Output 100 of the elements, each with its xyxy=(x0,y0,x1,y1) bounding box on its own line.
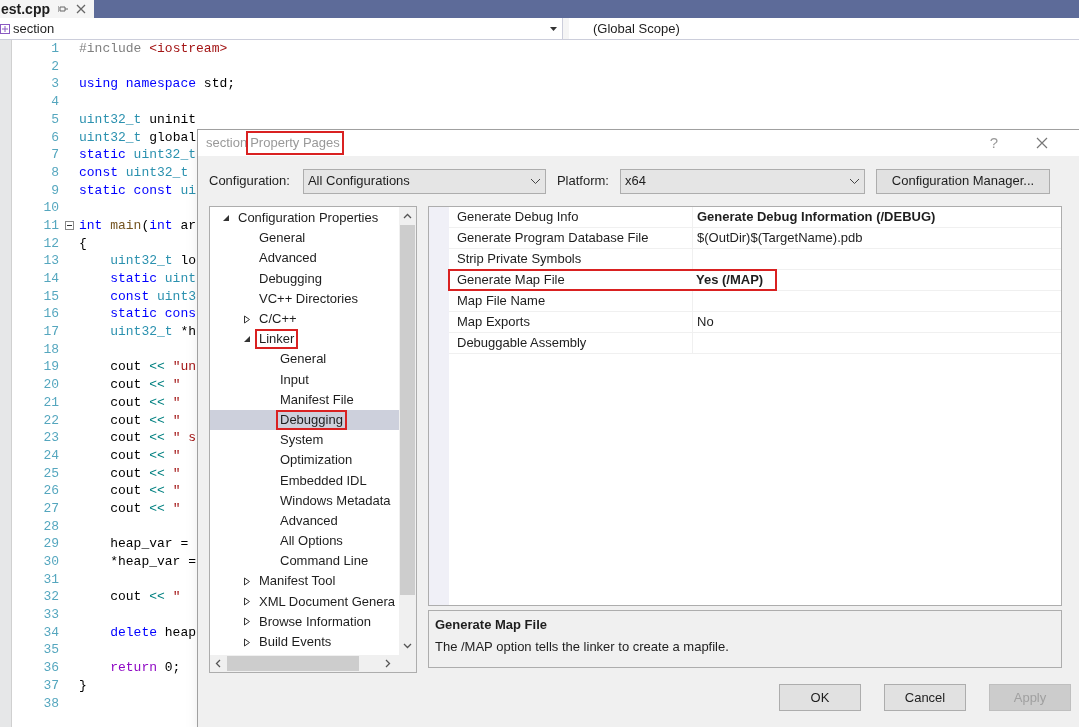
property-name[interactable]: Generate Debug Info xyxy=(449,207,692,227)
property-value[interactable]: No xyxy=(693,312,714,332)
property-name[interactable]: Debuggable Assembly xyxy=(449,333,692,353)
platform-select[interactable]: x64 xyxy=(619,168,865,194)
code-line: using namespace std; xyxy=(79,75,236,94)
dialog-title-prefix: section xyxy=(206,134,248,153)
description-title: Generate Map File xyxy=(435,616,548,634)
code-line: cout << " xyxy=(109,446,181,465)
close-icon[interactable] xyxy=(76,4,86,14)
chevron-down-icon xyxy=(848,177,860,185)
pin-icon xyxy=(58,4,68,14)
line-number: 16 xyxy=(42,305,59,324)
configuration-manager-button[interactable]: Configuration Manager... xyxy=(875,168,1050,194)
line-number: 21 xyxy=(42,393,59,412)
line-number: 29 xyxy=(42,535,59,554)
property-name[interactable]: Generate Program Database File xyxy=(449,228,692,248)
property-name[interactable]: Strip Private Symbols xyxy=(449,249,692,269)
tree-item[interactable]: Windows Metadata xyxy=(278,492,393,509)
code-line: cout << " xyxy=(109,464,181,483)
line-number: 3 xyxy=(50,75,59,94)
code-line: uint32_t *h xyxy=(109,323,197,342)
scope-dropdown[interactable]: (Global Scope) xyxy=(569,18,1079,39)
line-number: 14 xyxy=(42,270,59,289)
code-line: } xyxy=(79,676,87,695)
collapsed-arrow-icon[interactable] xyxy=(243,597,251,607)
scroll-up-icon xyxy=(403,213,412,219)
line-number: 30 xyxy=(42,553,59,572)
close-icon[interactable] xyxy=(1036,137,1048,149)
code-line: cout << " s xyxy=(109,429,197,448)
tree-item[interactable]: Input xyxy=(278,371,311,388)
tree-item[interactable]: Manifest File xyxy=(278,391,356,408)
tree-item[interactable]: Advanced xyxy=(257,250,319,267)
property-value[interactable]: $(OutDir)$(TargetName).pdb xyxy=(693,228,863,248)
property-value[interactable]: Yes (/MAP) xyxy=(692,270,764,290)
tree-item[interactable]: General xyxy=(278,351,329,368)
tree-item[interactable]: VC++ Directories xyxy=(257,290,360,307)
line-number: 26 xyxy=(42,482,59,501)
tree-item[interactable]: Build Events xyxy=(257,634,334,651)
tree-item[interactable]: Command Line xyxy=(278,553,371,570)
line-number: 31 xyxy=(42,570,59,589)
expanded-arrow-icon[interactable] xyxy=(243,335,251,344)
expanded-arrow-icon[interactable] xyxy=(222,214,230,223)
line-number: 5 xyxy=(50,110,59,129)
tree-item[interactable]: All Options xyxy=(278,533,345,550)
line-number: 34 xyxy=(42,623,59,642)
property-name[interactable]: Map Exports xyxy=(449,312,692,332)
code-line: { xyxy=(79,234,87,253)
dropdown-arrow-icon xyxy=(550,26,557,31)
code-line: cout << " xyxy=(109,411,181,430)
collapsed-arrow-icon[interactable] xyxy=(243,314,251,324)
line-number: 28 xyxy=(42,517,59,536)
vertical-scrollbar[interactable] xyxy=(399,207,416,655)
line-number: 12 xyxy=(42,234,59,253)
line-number: 33 xyxy=(42,606,59,625)
collapsed-arrow-icon[interactable] xyxy=(243,576,251,586)
configuration-label: Configuration: xyxy=(209,172,290,191)
project-dropdown[interactable]: section xyxy=(0,18,563,39)
line-number: 24 xyxy=(42,446,59,465)
line-number: 15 xyxy=(42,287,59,306)
code-line: uint32_t lo xyxy=(109,252,197,271)
horizontal-scrollbar[interactable] xyxy=(210,655,416,672)
code-line: #include <iostream> xyxy=(79,40,228,59)
project-icon xyxy=(0,23,10,34)
line-number: 20 xyxy=(42,376,59,395)
tree-item[interactable]: General xyxy=(257,230,308,247)
property-name[interactable]: Map File Name xyxy=(449,291,692,311)
scroll-left-icon xyxy=(215,659,221,668)
tree-item[interactable]: Browse Information xyxy=(257,613,373,630)
dialog-button[interactable]: Cancel xyxy=(884,684,966,711)
tree-item[interactable]: Optimization xyxy=(278,452,355,469)
tree-item[interactable]: Advanced xyxy=(278,512,340,529)
tree-item[interactable]: Embedded IDL xyxy=(278,472,369,489)
line-number: 38 xyxy=(42,694,59,713)
tree-item[interactable]: Manifest Tool xyxy=(257,573,338,590)
line-number: 8 xyxy=(50,163,59,182)
property-value[interactable]: Generate Debug Information (/DEBUG) xyxy=(693,207,936,227)
file-tab[interactable]: est.cpp xyxy=(0,0,94,18)
line-number: 27 xyxy=(42,499,59,518)
code-line: *heap_var = xyxy=(109,553,197,572)
description-text: The /MAP option tells the linker to create a mapfile. xyxy=(435,637,730,656)
line-number: 9 xyxy=(50,181,59,200)
tree-item[interactable]: XML Document Genera xyxy=(257,593,398,610)
configuration-select[interactable]: All Configurations xyxy=(302,168,546,194)
dialog-button[interactable]: OK xyxy=(779,684,861,711)
line-number: 22 xyxy=(42,411,59,430)
collapsed-arrow-icon[interactable] xyxy=(243,637,251,647)
collapsed-arrow-icon[interactable] xyxy=(243,617,251,627)
line-number: 4 xyxy=(50,93,59,112)
collapse-icon[interactable] xyxy=(64,221,74,231)
tree-item[interactable]: System xyxy=(278,432,326,449)
line-number: 32 xyxy=(42,588,59,607)
code-line: const uint32_t xyxy=(79,163,189,182)
tree-item[interactable]: Linker xyxy=(257,331,297,348)
line-number: 13 xyxy=(42,252,59,271)
tree-item[interactable]: Configuration Properties xyxy=(236,210,381,227)
tree-item[interactable]: C/C++ xyxy=(257,311,299,328)
line-number: 36 xyxy=(42,659,59,678)
code-line: uint32_t uninit xyxy=(79,110,197,129)
tree-item[interactable]: Debugging xyxy=(257,270,324,287)
property-name[interactable]: Generate Map File xyxy=(449,270,692,290)
